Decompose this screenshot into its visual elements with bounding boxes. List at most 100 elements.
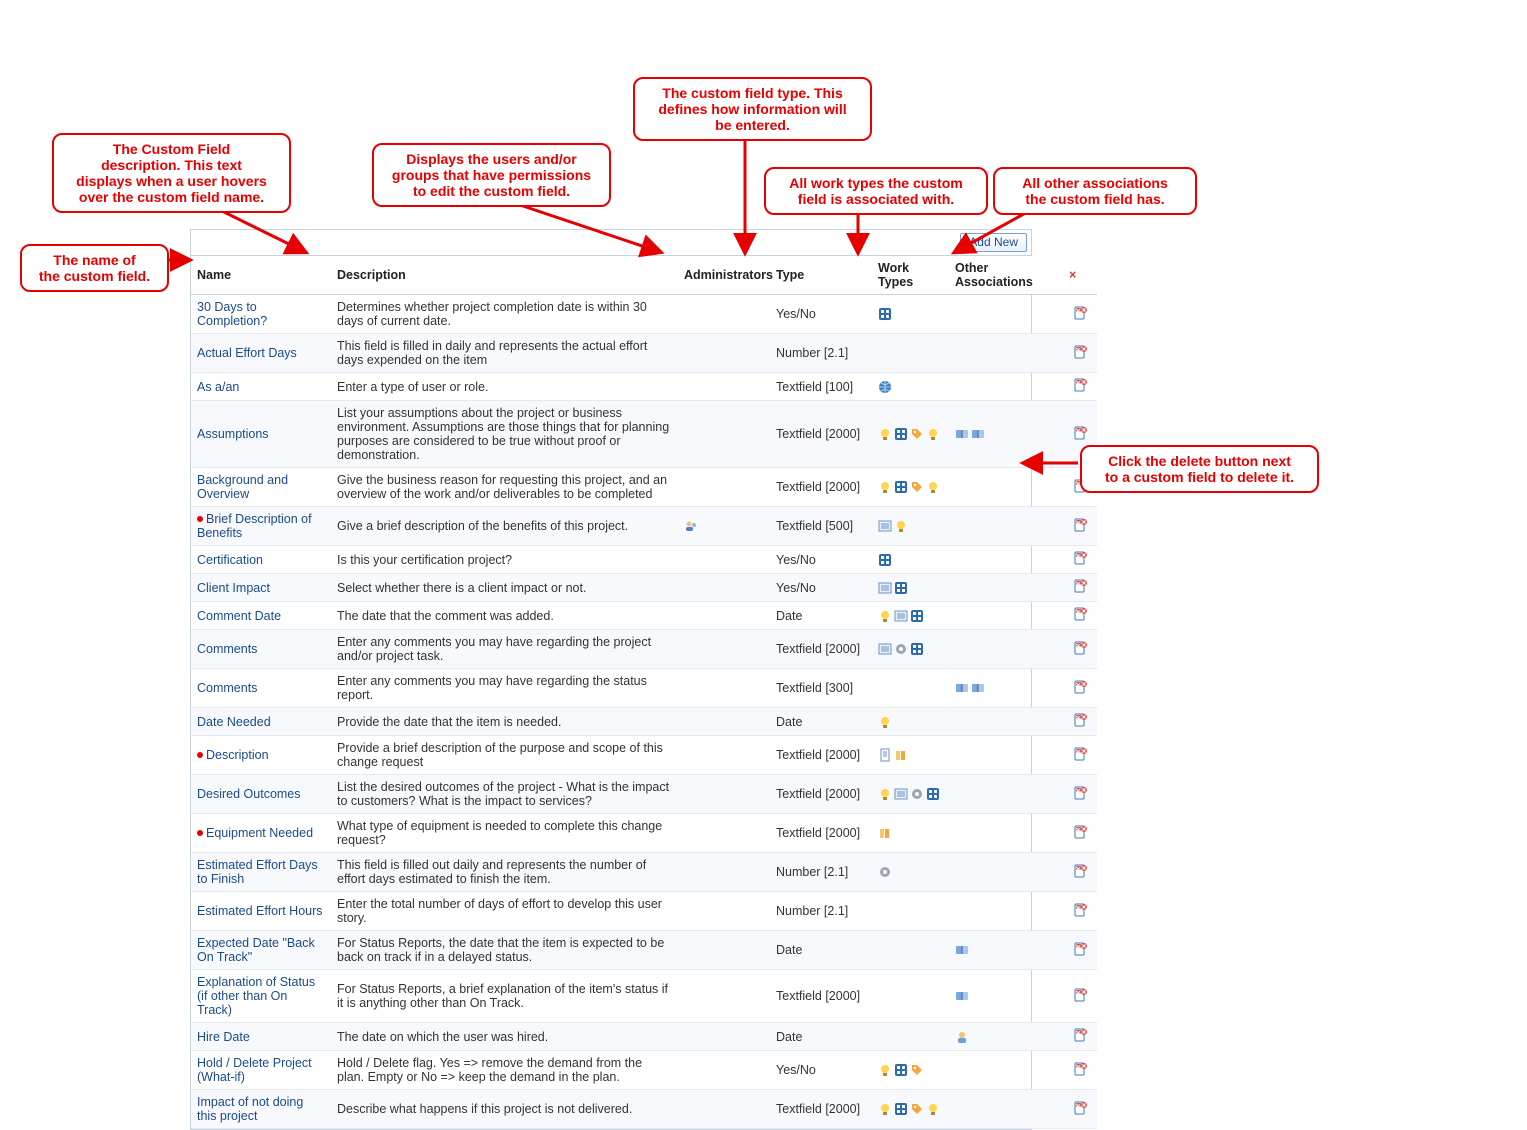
delete-button[interactable]: [1073, 683, 1087, 697]
header-description[interactable]: Description: [331, 256, 678, 295]
cell-admins: [678, 295, 770, 334]
cell-type: Textfield [2000]: [770, 970, 872, 1023]
cell-worktypes: [872, 853, 949, 892]
custom-field-link[interactable]: Brief Description of Benefits: [197, 512, 312, 540]
cell-description: Enter any comments you may have regardin…: [331, 630, 678, 669]
custom-field-link[interactable]: Description: [206, 748, 269, 762]
delete-button[interactable]: [1073, 429, 1087, 443]
delete-button[interactable]: [1073, 789, 1087, 803]
cell-description: Provide a brief description of the purpo…: [331, 736, 678, 775]
cell-delete: [1063, 373, 1097, 401]
cell-admins: [678, 574, 770, 602]
custom-field-link[interactable]: Comments: [197, 681, 257, 695]
delete-button[interactable]: [1073, 945, 1087, 959]
custom-field-link[interactable]: Comment Date: [197, 609, 281, 623]
cell-admins: [678, 669, 770, 708]
custom-field-link[interactable]: Comments: [197, 642, 257, 656]
cell-delete: [1063, 546, 1097, 574]
cell-otherassoc: [949, 295, 1063, 334]
cell-name: Comments: [191, 669, 331, 708]
cell-type: Textfield [2000]: [770, 814, 872, 853]
cell-description: The date on which the user was hired.: [331, 1023, 678, 1051]
custom-field-link[interactable]: Expected Date "Back On Track": [197, 936, 315, 964]
delete-button[interactable]: [1073, 1104, 1087, 1118]
delete-button[interactable]: [1073, 716, 1087, 730]
header-row: Name Description Administrators Type Wor…: [191, 256, 1097, 295]
cell-description: Give the business reason for requesting …: [331, 468, 678, 507]
custom-field-link[interactable]: Estimated Effort Hours: [197, 904, 323, 918]
cell-type: Textfield [2000]: [770, 775, 872, 814]
grid-icon: [926, 787, 940, 801]
header-admins[interactable]: Administrators: [678, 256, 770, 295]
custom-field-link[interactable]: Date Needed: [197, 715, 271, 729]
cell-admins: [678, 468, 770, 507]
custom-field-link[interactable]: Client Impact: [197, 581, 270, 595]
delete-button[interactable]: [1073, 1031, 1087, 1045]
delete-button[interactable]: [1073, 610, 1087, 624]
custom-field-link[interactable]: Equipment Needed: [206, 826, 313, 840]
cell-description: Is this your certification project?: [331, 546, 678, 574]
list-icon: [878, 642, 892, 656]
delete-button[interactable]: [1073, 348, 1087, 362]
delete-button[interactable]: [1073, 309, 1087, 323]
cell-delete: [1063, 669, 1097, 708]
custom-field-link[interactable]: Hire Date: [197, 1030, 250, 1044]
cell-type: Textfield [2000]: [770, 468, 872, 507]
custom-field-link[interactable]: Desired Outcomes: [197, 787, 301, 801]
delete-button[interactable]: [1073, 867, 1087, 881]
delete-button[interactable]: [1073, 554, 1087, 568]
cell-admins: [678, 892, 770, 931]
custom-field-link[interactable]: As a/an: [197, 380, 239, 394]
cell-delete: [1063, 931, 1097, 970]
cell-description: This field is filled in daily and repres…: [331, 334, 678, 373]
add-new-button[interactable]: Add New: [960, 233, 1027, 252]
delete-button[interactable]: [1073, 828, 1087, 842]
table-row: 30 Days to Completion?Determines whether…: [191, 295, 1097, 334]
custom-field-link[interactable]: Hold / Delete Project (What-if): [197, 1056, 312, 1084]
delete-button[interactable]: [1073, 521, 1087, 535]
custom-field-link[interactable]: Background and Overview: [197, 473, 288, 501]
table-row: Comments Enter any comments you may have …: [191, 630, 1097, 669]
gear-icon: [878, 865, 892, 879]
header-name[interactable]: Name: [191, 256, 331, 295]
cell-otherassoc: [949, 775, 1063, 814]
cell-worktypes: [872, 1090, 949, 1129]
cell-worktypes: [872, 546, 949, 574]
custom-field-link[interactable]: Explanation of Status (if other than On …: [197, 975, 315, 1017]
custom-field-link[interactable]: 30 Days to Completion?: [197, 300, 267, 328]
delete-button[interactable]: [1073, 644, 1087, 658]
bulb-icon: [878, 1102, 892, 1116]
delete-button[interactable]: [1073, 906, 1087, 920]
custom-field-link[interactable]: Assumptions: [197, 427, 269, 441]
cell-description: For Status Reports, the date that the it…: [331, 931, 678, 970]
custom-field-link[interactable]: Estimated Effort Days to Finish: [197, 858, 318, 886]
delete-button[interactable]: [1073, 381, 1087, 395]
delete-button[interactable]: [1073, 582, 1087, 596]
cell-worktypes: [872, 708, 949, 736]
delete-button[interactable]: [1073, 1065, 1087, 1079]
callout-description-label: The Custom Fielddescription. This textdi…: [52, 133, 291, 213]
custom-field-link[interactable]: Impact of not doing this project: [197, 1095, 303, 1123]
cell-worktypes: [872, 775, 949, 814]
grid-icon: [894, 480, 908, 494]
custom-field-link[interactable]: Certification: [197, 553, 263, 567]
cell-worktypes: [872, 1051, 949, 1090]
custom-field-link[interactable]: Actual Effort Days: [197, 346, 297, 360]
cell-otherassoc: [949, 931, 1063, 970]
header-otherassoc[interactable]: Other Associations: [949, 256, 1063, 295]
cell-admins: [678, 630, 770, 669]
cell-otherassoc: [949, 1051, 1063, 1090]
delete-button[interactable]: [1073, 991, 1087, 1005]
tag-icon: [910, 480, 924, 494]
callout-otherassoc-label: All other associationsthe custom field h…: [993, 167, 1197, 215]
cell-worktypes: [872, 1023, 949, 1051]
table-row: Comment DateThe date that the comment wa…: [191, 602, 1097, 630]
table-row: Date NeededProvide the date that the ite…: [191, 708, 1097, 736]
delete-button[interactable]: [1073, 750, 1087, 764]
cell-type: Textfield [2000]: [770, 736, 872, 775]
cell-type: Date: [770, 602, 872, 630]
header-type[interactable]: Type: [770, 256, 872, 295]
header-worktypes[interactable]: Work Types: [872, 256, 949, 295]
book-icon: [971, 427, 985, 441]
table-row: AssumptionsList your assumptions about t…: [191, 401, 1097, 468]
